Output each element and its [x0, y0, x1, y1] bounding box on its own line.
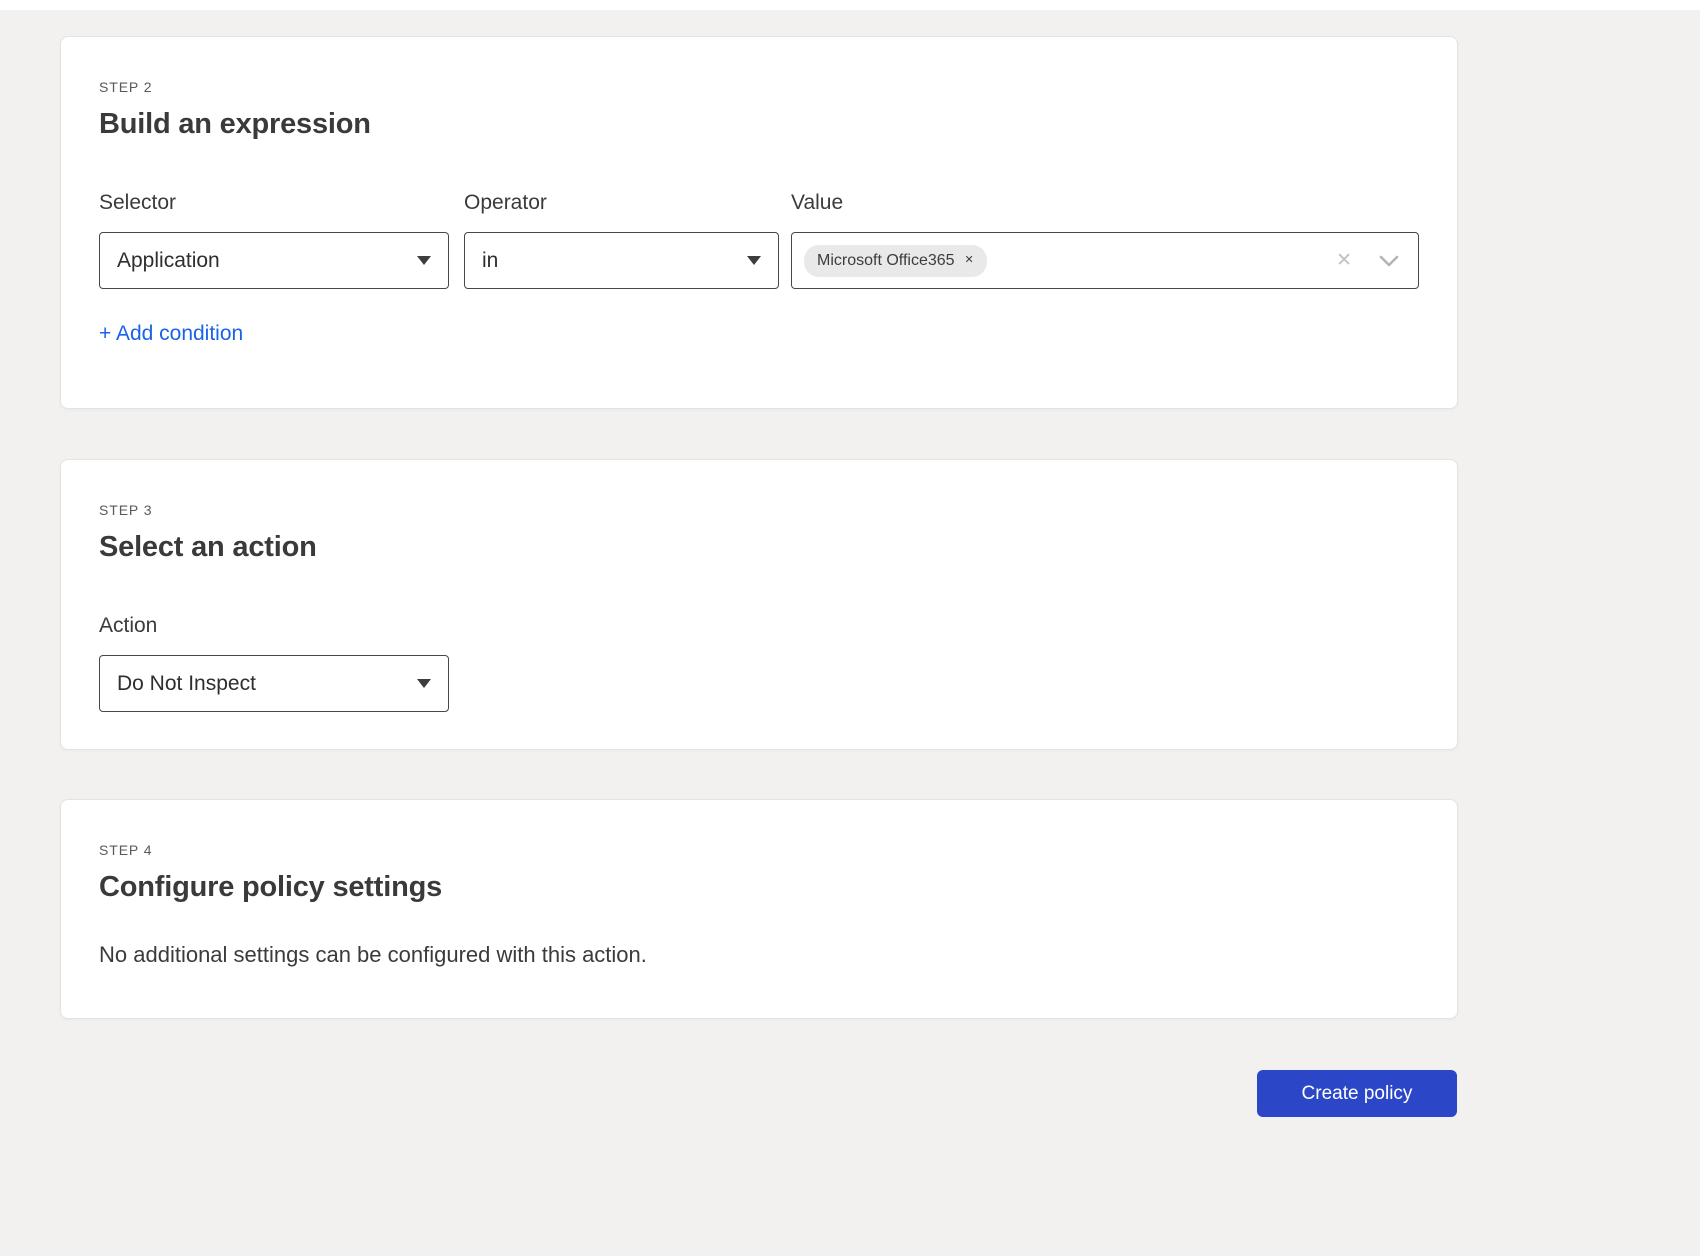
value-tag: Microsoft Office365 ✕ — [804, 245, 987, 277]
clear-icon[interactable]: ✕ — [1336, 251, 1352, 270]
policy-settings-note: No additional settings can be configured… — [99, 942, 1419, 968]
operator-label: Operator — [464, 191, 779, 215]
step2-card: STEP 2 Build an expression Selector Appl… — [60, 36, 1458, 409]
operator-value: in — [482, 249, 498, 273]
selector-value: Application — [117, 249, 220, 273]
value-multiselect[interactable]: Microsoft Office365 ✕ ✕ — [791, 232, 1419, 289]
action-dropdown[interactable]: Do Not Inspect — [99, 655, 449, 712]
top-strip — [0, 0, 1700, 10]
action-fields-row: Action Do Not Inspect — [99, 614, 1419, 712]
selector-dropdown[interactable]: Application — [99, 232, 449, 289]
step3-title: Select an action — [99, 531, 1419, 564]
add-condition-link[interactable]: + Add condition — [99, 322, 243, 346]
action-value: Do Not Inspect — [117, 672, 256, 696]
step4-title: Configure policy settings — [99, 871, 1419, 904]
value-tag-label: Microsoft Office365 — [817, 252, 955, 270]
step3-label: STEP 3 — [99, 502, 1419, 518]
step2-title: Build an expression — [99, 108, 1419, 141]
operator-dropdown[interactable]: in — [464, 232, 779, 289]
value-label: Value — [791, 191, 1419, 215]
multiselect-controls: ✕ — [1336, 251, 1400, 270]
value-field: Value Microsoft Office365 ✕ ✕ — [791, 191, 1419, 289]
selector-label: Selector — [99, 191, 449, 215]
step2-label: STEP 2 — [99, 79, 1419, 95]
operator-field: Operator in — [464, 191, 779, 289]
remove-tag-icon[interactable]: ✕ — [965, 255, 974, 266]
chevron-down-icon — [417, 256, 431, 265]
expression-fields-row: Selector Application Operator in Value M… — [99, 191, 1419, 289]
step4-label: STEP 4 — [99, 842, 1419, 858]
create-policy-button[interactable]: Create policy — [1257, 1070, 1457, 1117]
chevron-down-icon — [747, 256, 761, 265]
action-field: Action Do Not Inspect — [99, 614, 449, 712]
action-label: Action — [99, 614, 449, 638]
chevron-down-icon[interactable] — [1378, 254, 1400, 267]
selector-field: Selector Application — [99, 191, 449, 289]
chevron-down-icon — [417, 679, 431, 688]
step4-card: STEP 4 Configure policy settings No addi… — [60, 799, 1458, 1019]
step3-card: STEP 3 Select an action Action Do Not In… — [60, 459, 1458, 750]
